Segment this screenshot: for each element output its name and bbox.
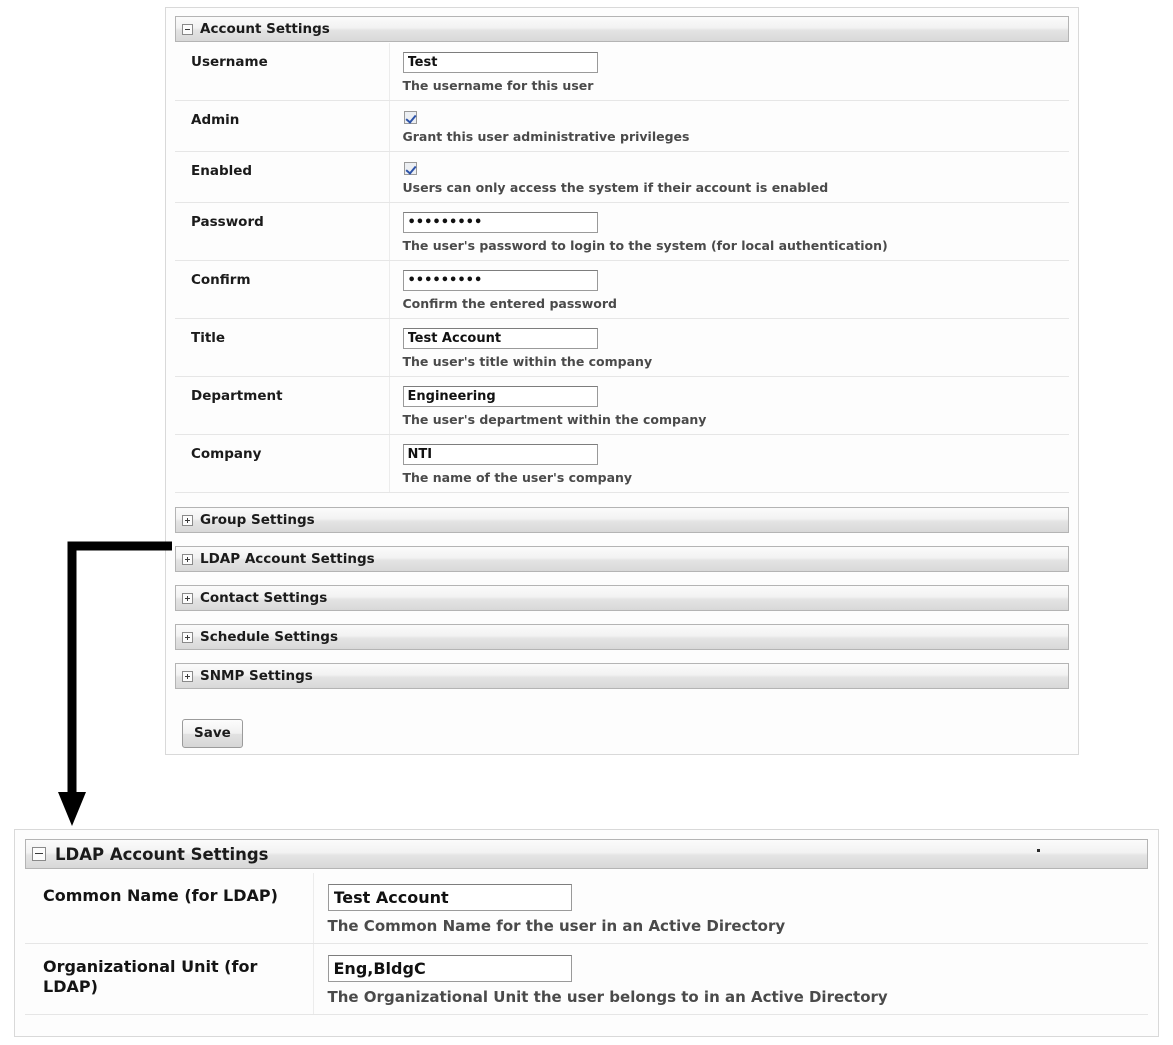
confirm-password-input[interactable] [402, 270, 598, 291]
company-input[interactable] [402, 444, 598, 465]
field-hint-confirm: Confirm the entered password [402, 296, 617, 311]
section-header-contact-settings[interactable]: Contact Settings [175, 585, 1069, 611]
ldap-hint-organizational-unit: The Organizational Unit the user belongs… [327, 988, 888, 1006]
field-hint-password: The user's password to login to the syst… [402, 238, 888, 253]
ldap-row-organizational-unit: Organizational Unit (for LDAP) The Organ… [25, 943, 1148, 1015]
minus-box-icon[interactable] [182, 23, 193, 35]
form-row-title: Title The user's title within the compan… [175, 318, 1069, 377]
plus-box-icon[interactable] [182, 514, 193, 526]
section-title-snmp-settings: SNMP Settings [200, 668, 313, 684]
ldap-cell-organizational-unit: The Organizational Unit the user belongs… [313, 943, 1148, 1015]
field-cell-enabled: Users can only access the system if thei… [389, 151, 1069, 203]
section-header-snmp-settings[interactable]: SNMP Settings [175, 663, 1069, 689]
password-input[interactable] [402, 212, 598, 233]
plus-box-icon[interactable] [182, 592, 193, 604]
field-label-username: Username [175, 43, 390, 101]
field-label-password: Password [175, 202, 390, 261]
section-title-group-settings: Group Settings [200, 512, 315, 528]
field-label-company: Company [175, 434, 390, 493]
ldap-label-organizational-unit: Organizational Unit (for LDAP) [25, 943, 314, 1015]
section-header-group-settings[interactable]: Group Settings [175, 507, 1069, 533]
form-actions: Save [175, 719, 1069, 748]
ldap-account-settings-panel-body: LDAP Account Settings Common Name (for L… [15, 830, 1158, 1015]
field-label-enabled: Enabled [175, 151, 390, 203]
form-row-admin: Admin Grant this user administrative pri… [175, 100, 1069, 152]
field-cell-company: The name of the user's company [389, 434, 1069, 493]
ldap-cell-common-name: The Common Name for the user in an Activ… [313, 873, 1148, 944]
plus-box-icon[interactable] [182, 631, 193, 643]
title-input[interactable] [402, 328, 598, 349]
field-cell-username: The username for this user [389, 43, 1069, 101]
plus-box-icon[interactable] [182, 670, 193, 682]
field-hint-admin: Grant this user administrative privilege… [402, 129, 690, 144]
field-label-department: Department [175, 376, 390, 435]
field-hint-enabled: Users can only access the system if thei… [402, 180, 829, 195]
field-cell-confirm: Confirm the entered password [389, 260, 1069, 319]
ldap-hint-common-name: The Common Name for the user in an Activ… [327, 917, 786, 935]
section-header-ldap-account-settings[interactable]: LDAP Account Settings [175, 546, 1069, 572]
cursor-dot-artifact [1037, 849, 1040, 852]
field-hint-department: The user's department within the company [402, 412, 707, 427]
username-input[interactable] [402, 52, 598, 73]
section-title-ldap-expanded: LDAP Account Settings [55, 844, 269, 864]
field-cell-title: The user's title within the company [389, 318, 1069, 377]
field-cell-password: The user's password to login to the syst… [389, 202, 1069, 261]
ldap-label-common-name: Common Name (for LDAP) [25, 873, 314, 944]
account-settings-field-table: Username The username for this user Admi… [175, 43, 1069, 493]
field-cell-department: The user's department within the company [389, 376, 1069, 435]
field-cell-admin: Grant this user administrative privilege… [389, 100, 1069, 152]
field-label-title: Title [175, 318, 390, 377]
field-hint-title: The user's title within the company [402, 354, 653, 369]
form-row-confirm: Confirm Confirm the entered password [175, 260, 1069, 319]
organizational-unit-input[interactable] [327, 955, 572, 982]
section-title-ldap-account-settings: LDAP Account Settings [200, 551, 375, 567]
section-title-contact-settings: Contact Settings [200, 590, 328, 606]
section-title-schedule-settings: Schedule Settings [200, 629, 338, 645]
field-label-admin: Admin [175, 100, 390, 152]
field-hint-username: The username for this user [402, 78, 594, 93]
save-button[interactable]: Save [182, 719, 243, 748]
form-row-company: Company The name of the user's company [175, 434, 1069, 493]
common-name-input[interactable] [327, 884, 572, 911]
field-hint-company: The name of the user's company [402, 470, 633, 485]
account-settings-panel-body: Account Settings Username The username f… [166, 8, 1078, 757]
plus-box-icon[interactable] [182, 553, 193, 565]
section-header-ldap-expanded[interactable]: LDAP Account Settings [25, 839, 1148, 869]
form-row-enabled: Enabled Users can only access the system… [175, 151, 1069, 203]
form-row-username: Username The username for this user [175, 43, 1069, 101]
form-row-department: Department The user's department within … [175, 376, 1069, 435]
department-input[interactable] [402, 386, 598, 407]
admin-checkbox[interactable] [403, 111, 417, 124]
ldap-field-table: Common Name (for LDAP) The Common Name f… [25, 873, 1148, 1015]
section-header-schedule-settings[interactable]: Schedule Settings [175, 624, 1069, 650]
enabled-checkbox[interactable] [403, 162, 417, 175]
form-row-password: Password The user's password to login to… [175, 202, 1069, 261]
minus-box-icon[interactable] [32, 847, 46, 861]
ldap-account-settings-panel: LDAP Account Settings Common Name (for L… [14, 829, 1159, 1037]
collapsed-sections-list: Group Settings LDAP Account Settings Con… [175, 507, 1069, 689]
ldap-row-common-name: Common Name (for LDAP) The Common Name f… [25, 873, 1148, 944]
section-title-account-settings: Account Settings [200, 21, 330, 37]
section-header-account-settings[interactable]: Account Settings [175, 16, 1069, 42]
account-settings-panel: Account Settings Username The username f… [165, 7, 1079, 755]
field-label-confirm: Confirm [175, 260, 390, 319]
